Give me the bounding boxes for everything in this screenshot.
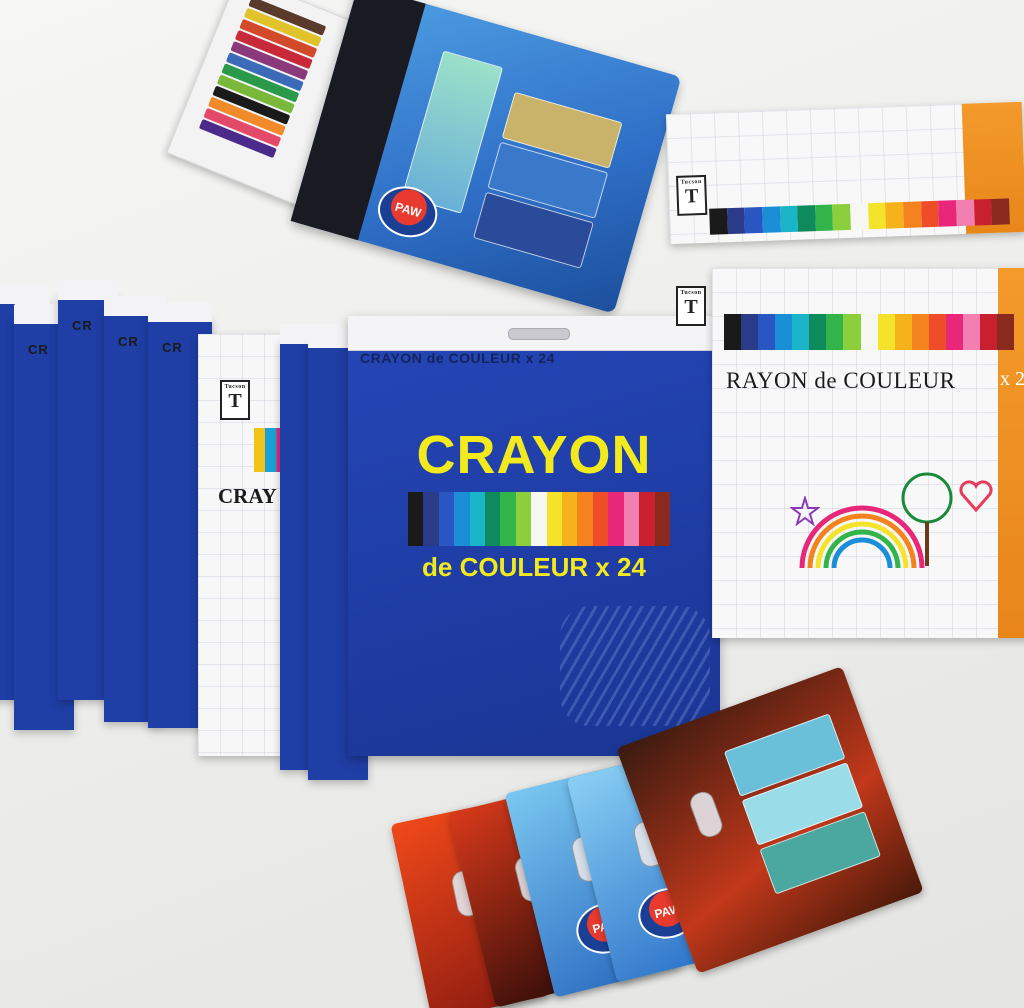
colored-pencil [920, 200, 940, 228]
colored-pencil [592, 492, 609, 546]
colored-pencil [945, 314, 963, 350]
scribble-graphic [560, 606, 710, 726]
colored-pencil [903, 201, 922, 229]
pencil-row [709, 198, 1010, 235]
colored-pencil [809, 314, 827, 350]
colored-pencil [792, 314, 810, 350]
box-label: CR [162, 340, 183, 355]
colored-pencil [843, 314, 861, 350]
colored-pencil [877, 314, 895, 350]
badge-text: PAW [393, 199, 423, 221]
colored-pencil [860, 314, 878, 350]
colored-pencil [826, 314, 844, 350]
colored-pencil [531, 492, 547, 546]
colored-pencil [850, 203, 869, 230]
heart-drawing [959, 480, 993, 512]
colored-pencil [577, 492, 593, 546]
colored-pencil [911, 314, 929, 350]
box-subtitle: de COULEUR x 24 [422, 552, 646, 582]
colored-pencil [744, 206, 763, 234]
colored-pencil [639, 492, 655, 546]
colored-pencil [955, 199, 975, 227]
top-strip-label: CRAYON de COULEUR x 24 [360, 350, 555, 366]
colored-pencil [997, 314, 1015, 350]
colored-pencil [546, 492, 563, 546]
tucson-logo-icon: Tucson T [220, 380, 250, 420]
colored-pencil [867, 202, 887, 230]
colored-pencil [938, 200, 957, 227]
box-label: CR [118, 334, 139, 349]
box-label: CRAY [218, 484, 277, 508]
colored-pencil [979, 314, 997, 350]
pencil-box-right: Tucson T RAYON de COULEUR x 2 [676, 268, 1024, 638]
box-label: CR [72, 318, 93, 333]
colored-pencil [894, 314, 912, 350]
colored-pencil [762, 206, 781, 233]
colored-pencil [608, 492, 624, 546]
tucson-logo-icon: Tucson T [675, 174, 708, 216]
colored-pencil [724, 314, 742, 350]
colored-pencil [962, 314, 980, 350]
colored-pencil [562, 492, 578, 546]
box-label: RAYON de COULEUR [726, 368, 956, 393]
colored-pencil [832, 203, 852, 231]
colored-pencil [423, 492, 439, 546]
hanger-slot [687, 788, 726, 841]
hanger-tab [0, 284, 50, 304]
colored-pencil [779, 205, 799, 233]
colored-pencil [797, 205, 816, 232]
colored-pencil [623, 492, 640, 546]
colored-pencil [408, 492, 424, 546]
colored-pencil [991, 198, 1010, 225]
box-title: CRAYON [416, 425, 652, 485]
colored-pencil [973, 198, 993, 226]
colored-pencil [758, 314, 776, 350]
colored-pencil [885, 202, 905, 229]
colored-pencil [454, 492, 470, 546]
colored-pencil [485, 492, 501, 546]
tucson-logo-icon: Tucson T [676, 286, 706, 326]
colored-pencil [775, 314, 793, 350]
colored-pencil [928, 314, 946, 350]
box-count: x 2 [1000, 368, 1024, 390]
colored-pencil [654, 492, 670, 546]
pencil-row [408, 492, 670, 546]
pencil-box-back-right: Tucson T [665, 101, 1024, 245]
colored-pencil [500, 492, 516, 546]
hanger-hole [508, 328, 570, 340]
star-drawing [790, 496, 820, 526]
colored-pencil [709, 208, 728, 235]
box-label: CR [28, 342, 49, 357]
colored-pencil [469, 492, 486, 546]
pencil-row [724, 314, 1015, 350]
colored-pencil [726, 207, 746, 235]
colored-pencil [438, 492, 455, 546]
hanger-tab [348, 316, 720, 351]
main-crayon-box: CRAYON de COULEUR x 24 CRAYON de COULEUR… [348, 316, 720, 756]
colored-pencil [741, 314, 759, 350]
tree-drawing [901, 472, 953, 566]
colored-pencil [515, 492, 532, 546]
colored-pencil [814, 204, 834, 232]
photo-scene: PAW Tucson T CR CR CR CR Tucson T CRAY C… [0, 0, 1024, 1008]
